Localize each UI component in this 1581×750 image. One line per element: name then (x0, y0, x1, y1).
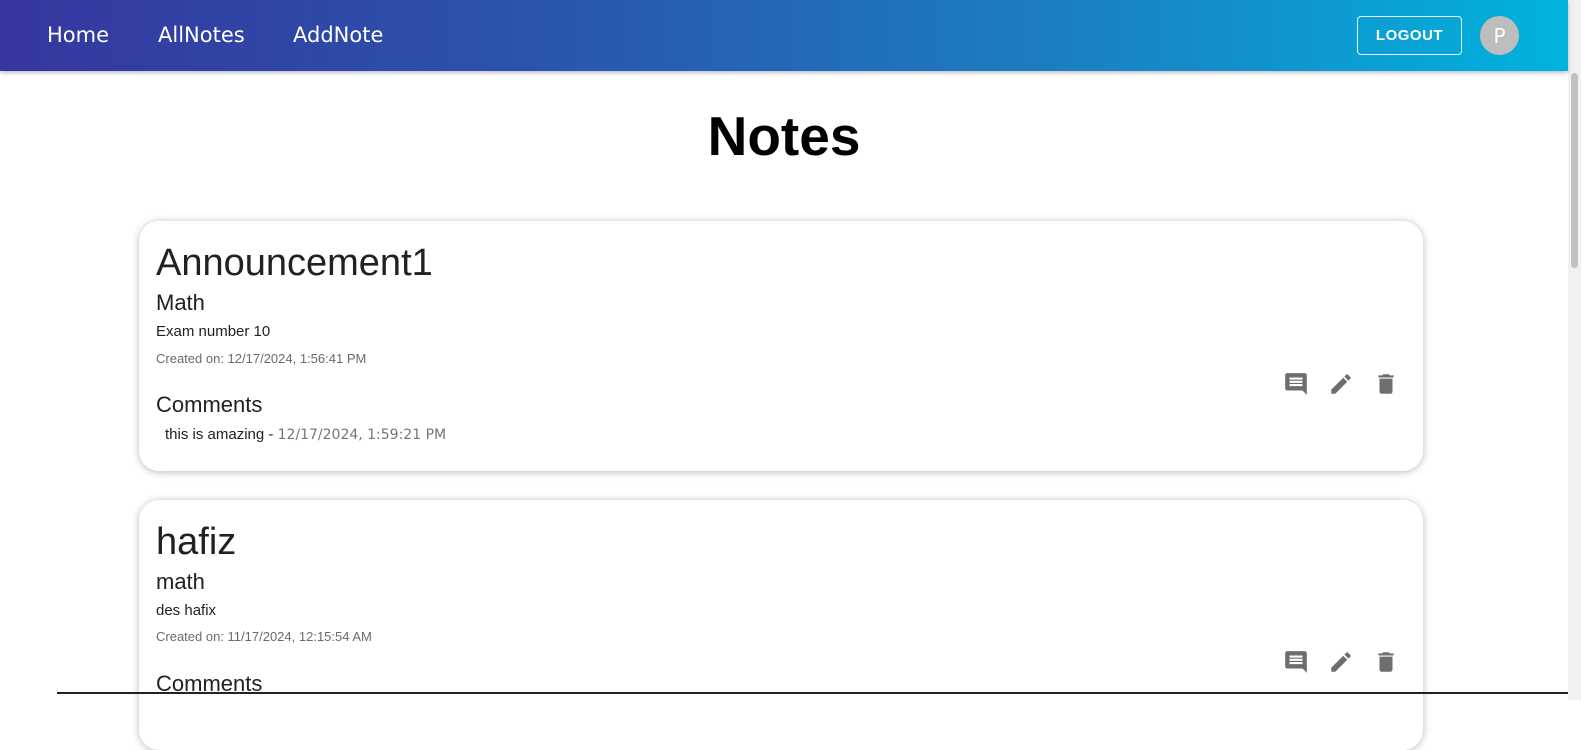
page-title: Notes (707, 105, 861, 167)
comment-item: this is amazing - 12/17/2024, 1:59:21 PM (165, 425, 446, 445)
note-card: hafiz math des hafix Created on: 11/17/2… (139, 500, 1423, 750)
comments-heading: Comments (156, 392, 263, 417)
nav-link-allnotes[interactable]: AllNotes (158, 22, 245, 49)
note-created-date: Created on: 11/17/2024, 12:15:54 AM (156, 629, 372, 644)
page-scrollbar[interactable] (1568, 0, 1581, 700)
comment-date: 12/17/2024, 1:59:21 PM (277, 427, 447, 443)
delete-icon[interactable] (1369, 647, 1402, 677)
avatar[interactable]: P (1480, 16, 1519, 55)
comment-icon[interactable] (1279, 369, 1312, 399)
delete-icon[interactable] (1369, 369, 1402, 399)
note-description: des hafix (156, 602, 217, 619)
note-title: hafiz (156, 521, 237, 563)
nav-link-home[interactable]: Home (47, 22, 109, 49)
comment-text: this is amazing (165, 426, 265, 443)
note-actions (1279, 647, 1402, 677)
note-created-date: Created on: 12/17/2024, 1:56:41 PM (156, 351, 367, 366)
note-title: Announcement1 (156, 242, 433, 284)
bottom-divider (57, 692, 1568, 694)
logout-button[interactable]: LOGOUT (1357, 16, 1462, 55)
top-navbar: Home AllNotes AddNote LOGOUT P (0, 0, 1568, 71)
edit-icon[interactable] (1324, 369, 1357, 399)
note-subject: math (156, 569, 205, 594)
note-subject: Math (156, 290, 205, 315)
scrollbar-thumb[interactable] (1571, 73, 1578, 268)
note-actions (1279, 369, 1402, 399)
edit-icon[interactable] (1324, 647, 1357, 677)
note-card: Announcement1 Math Exam number 10 Create… (139, 221, 1423, 471)
note-description: Exam number 10 (156, 323, 271, 340)
comment-separator: - (264, 426, 278, 443)
nav-link-addnote[interactable]: AddNote (293, 22, 383, 49)
comment-icon[interactable] (1279, 647, 1312, 677)
